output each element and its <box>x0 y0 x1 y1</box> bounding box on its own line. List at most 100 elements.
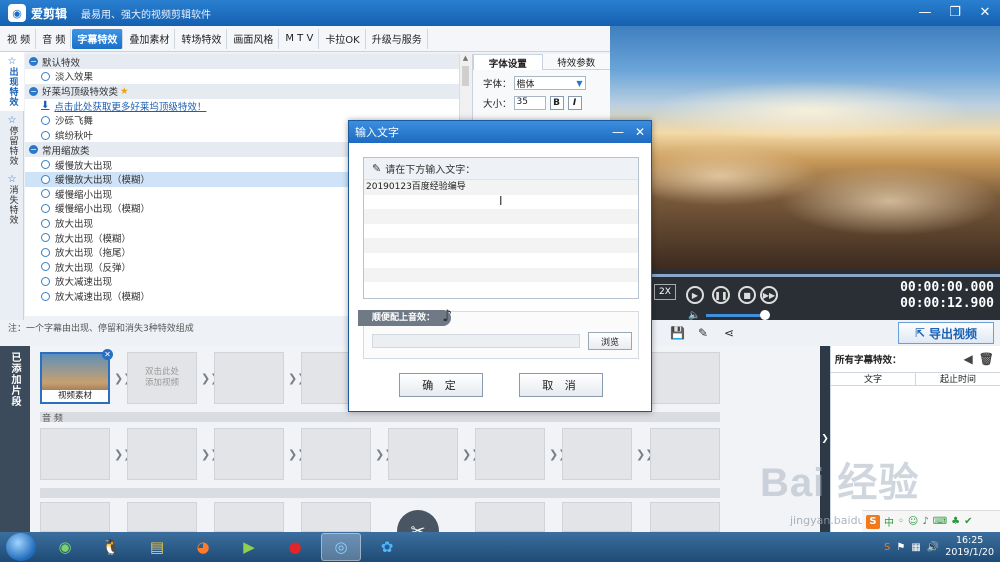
text-line[interactable] <box>364 224 638 239</box>
ime-keyboard-icon[interactable]: ⌨ <box>933 516 947 527</box>
text-line[interactable] <box>364 238 638 253</box>
empty-slot[interactable] <box>650 502 720 532</box>
tab-karaoke[interactable]: 卡拉OK <box>320 28 366 49</box>
rail-tab-stay[interactable]: ☆ 停留特效 <box>0 111 24 170</box>
sogou-icon[interactable]: S <box>866 514 880 529</box>
text-line[interactable] <box>364 267 638 283</box>
bold-button[interactable]: B <box>549 96 564 110</box>
empty-slot[interactable] <box>40 502 110 532</box>
close-icon[interactable]: ✕ <box>970 0 1000 24</box>
empty-slot[interactable] <box>562 502 632 532</box>
empty-slot[interactable] <box>214 352 284 404</box>
close-icon[interactable]: ✕ <box>629 122 651 142</box>
video-clip[interactable]: 视频素材 ✕ <box>40 349 113 404</box>
save-icon[interactable]: 💾 <box>670 326 685 340</box>
group-header-hollywood[interactable]: − 好莱坞顶级特效类 ★ <box>25 83 459 99</box>
volume-icon[interactable]: 🔊 <box>927 542 939 553</box>
aijianji-icon[interactable]: ◎ <box>321 533 361 561</box>
video-app-icon[interactable]: ✿ <box>367 533 407 561</box>
timecode: 00:00:00.000 00:00:12.900 <box>900 280 994 312</box>
group-header-default[interactable]: − 默认特效 <box>25 54 459 69</box>
audio-slot[interactable] <box>562 428 632 480</box>
export-video-button[interactable]: ⇱ 导出视频 <box>898 322 994 344</box>
ime-mic-icon[interactable]: ♪ <box>922 516 928 527</box>
volume-slider[interactable] <box>706 314 764 317</box>
scroll-thumb[interactable] <box>462 66 469 86</box>
empty-slot[interactable] <box>650 352 720 404</box>
tab-upgrade[interactable]: 升级与服务 <box>367 28 428 49</box>
tab-transition[interactable]: 转场特效 <box>176 28 228 49</box>
rail-tab-disappear[interactable]: ☆ 消失特效 <box>0 170 24 229</box>
qq-icon[interactable]: 🐧 <box>91 533 131 561</box>
tab-subtitle-effects[interactable]: 字幕特效 <box>72 28 124 49</box>
tab-audio[interactable]: 音 频 <box>37 28 72 49</box>
italic-button[interactable]: I <box>567 96 582 110</box>
share-icon[interactable]: ⋖ <box>724 326 734 340</box>
audio-path-input[interactable] <box>372 334 580 348</box>
ime-tool-icon[interactable]: ✔ <box>964 516 972 527</box>
sogou-tray-icon[interactable]: S <box>884 542 890 553</box>
rail-tab-appear[interactable]: ☆ 出现特效 <box>0 52 24 111</box>
text-line[interactable] <box>364 209 638 224</box>
browse-button[interactable]: 浏览 <box>588 332 632 350</box>
pause-icon[interactable]: ❚❚ <box>712 286 730 304</box>
chevron-right-icon[interactable]: ❯ <box>820 346 830 532</box>
tab-style[interactable]: 画面风格 <box>228 28 280 49</box>
audio-slot[interactable] <box>40 428 110 480</box>
tab-overlay[interactable]: 叠加素材 <box>124 28 176 49</box>
browser-360-icon[interactable]: ◉ <box>45 533 85 561</box>
ok-button[interactable]: 确 定 <box>399 373 483 397</box>
audio-slot[interactable] <box>301 428 371 480</box>
audio-slot[interactable] <box>388 428 458 480</box>
empty-slot[interactable] <box>475 502 545 532</box>
record-icon[interactable]: ● <box>275 533 315 561</box>
ime-punct-icon[interactable]: ◦ <box>898 516 904 527</box>
scroll-up-icon[interactable]: ▲ <box>460 54 471 64</box>
minimize-icon[interactable]: — <box>607 122 629 142</box>
audio-slot[interactable] <box>214 428 284 480</box>
close-icon[interactable]: ✕ <box>102 349 113 360</box>
restore-icon[interactable]: ❐ <box>940 0 970 24</box>
font-select[interactable]: 楷体 ▼ <box>513 76 586 90</box>
text-line[interactable] <box>364 282 638 297</box>
get-more-effects-link[interactable]: ⬇ 点击此处获取更多好莱坞顶级特效！ <box>25 99 459 114</box>
tab-mtv[interactable]: M T V <box>280 28 320 49</box>
media-player-icon[interactable]: ▶ <box>229 533 269 561</box>
empty-slot[interactable] <box>301 502 371 532</box>
tab-font-settings[interactable]: 字体设置 <box>473 54 543 70</box>
back-icon[interactable]: ◀ <box>964 352 973 366</box>
edit-icon[interactable]: ✎ <box>698 326 708 340</box>
ime-skin-icon[interactable]: ♣ <box>951 516 960 527</box>
firefox-icon[interactable]: ◕ <box>183 533 223 561</box>
network-icon[interactable]: ▦ <box>911 542 920 553</box>
cancel-button[interactable]: 取 消 <box>519 373 603 397</box>
ime-emoji-icon[interactable]: ☺ <box>908 516 918 527</box>
speed-button[interactable]: 2X <box>654 284 676 300</box>
list-item[interactable]: 淡入效果 <box>25 69 459 84</box>
tab-effect-params[interactable]: 特效参数 <box>542 54 610 70</box>
clock[interactable]: 16:25 2019/1/20 <box>945 535 994 559</box>
size-input[interactable]: 35 <box>513 96 546 110</box>
text-input-area[interactable]: ✎ 请在下方输入文字： 20190123百度经验编导 I <box>363 157 639 299</box>
tab-video[interactable]: 视 频 <box>2 28 37 49</box>
volume-knob[interactable] <box>760 310 770 320</box>
trash-icon[interactable]: 🗑 <box>979 352 994 366</box>
audio-slot[interactable] <box>475 428 545 480</box>
text-line[interactable] <box>364 253 638 268</box>
stop-icon[interactable]: ■ <box>738 286 756 304</box>
ime-mode-icon[interactable]: 中 <box>884 514 894 529</box>
start-button-icon[interactable] <box>6 533 36 561</box>
audio-slot[interactable] <box>650 428 720 480</box>
minimize-icon[interactable]: — <box>910 0 940 24</box>
empty-slot[interactable] <box>127 502 197 532</box>
play-icon[interactable]: ▶ <box>686 286 704 304</box>
playback-progress[interactable] <box>650 274 1000 277</box>
empty-slot[interactable] <box>214 502 284 532</box>
next-frame-icon[interactable]: ▶▶ <box>760 286 778 304</box>
add-video-slot[interactable]: 双击此处 添加视频 <box>127 352 197 404</box>
audio-slot[interactable] <box>127 428 197 480</box>
folder-icon[interactable]: ▤ <box>137 533 177 561</box>
flag-icon[interactable]: ⚑ <box>896 542 905 553</box>
timeline-side-tab[interactable]: 已添加片段 <box>0 346 30 532</box>
text-line[interactable]: 20190123百度经验编导 <box>364 180 638 195</box>
